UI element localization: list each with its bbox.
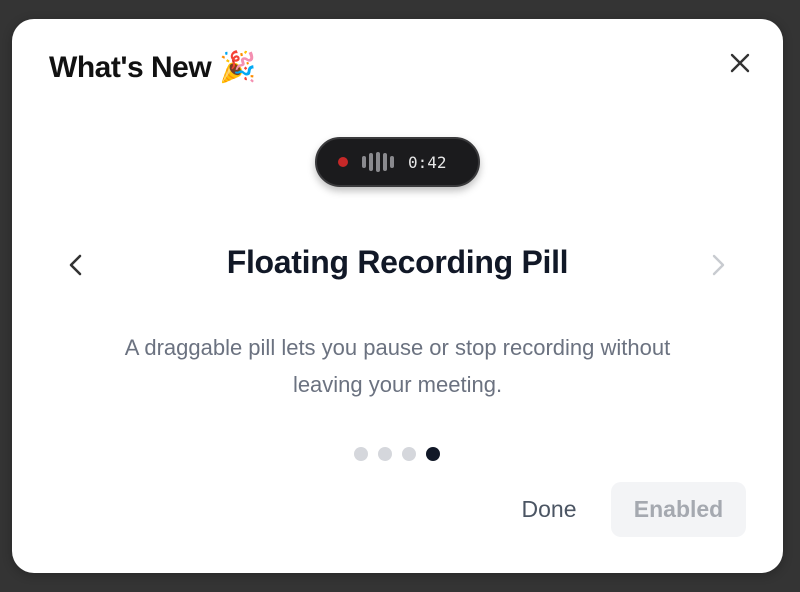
pagination-dots bbox=[354, 447, 440, 461]
dialog-title-text: What's New bbox=[49, 51, 212, 84]
enabled-button[interactable]: Enabled bbox=[611, 482, 746, 537]
feature-title: Floating Recording Pill bbox=[226, 244, 569, 280]
pagination-dot-1[interactable] bbox=[354, 447, 368, 461]
feature-description: A draggable pill lets you pause or stop … bbox=[124, 335, 671, 397]
close-icon bbox=[730, 53, 750, 73]
dialog-title: What's New 🎉 bbox=[49, 51, 257, 85]
pagination-dot-3[interactable] bbox=[402, 447, 416, 461]
party-popper-icon: 🎉 bbox=[219, 51, 257, 84]
recording-pill-preview: 0:42 bbox=[315, 137, 480, 187]
pagination-dot-4[interactable] bbox=[426, 447, 440, 461]
chevron-right-icon bbox=[712, 254, 725, 276]
audio-waveform-icon bbox=[362, 152, 394, 172]
recording-dot-icon bbox=[338, 157, 348, 167]
next-button[interactable] bbox=[704, 251, 732, 279]
done-button[interactable]: Done bbox=[509, 482, 589, 537]
recording-timer: 0:42 bbox=[408, 152, 447, 172]
pagination-dot-2[interactable] bbox=[378, 447, 392, 461]
close-button[interactable] bbox=[725, 48, 755, 78]
whats-new-dialog: What's New 🎉 0:42 Floating Recording Pil… bbox=[12, 19, 783, 573]
